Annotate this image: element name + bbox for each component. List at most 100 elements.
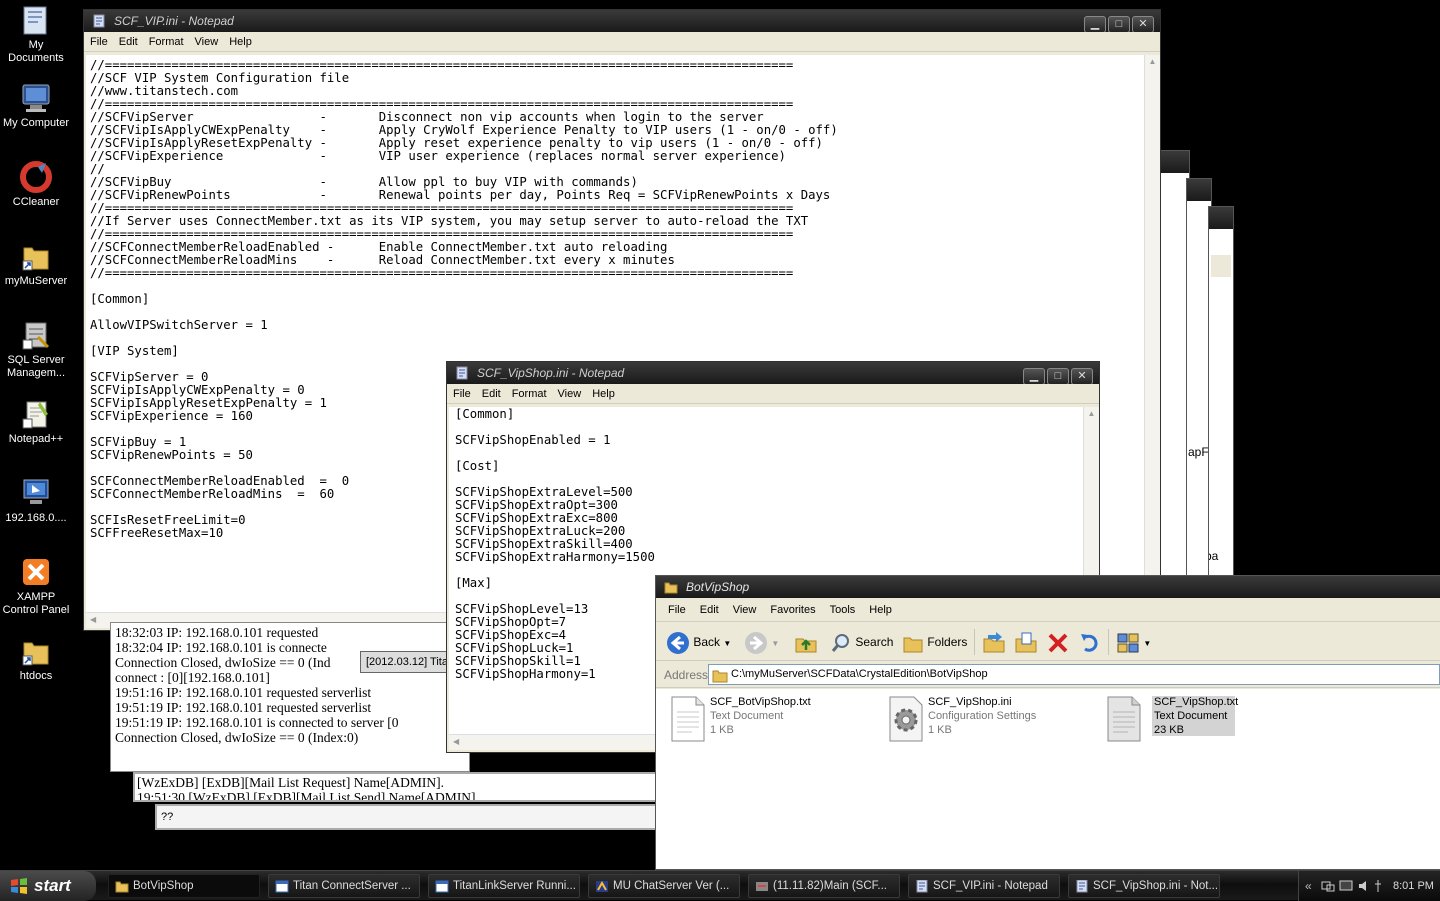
menu-bar: File Edit Format View Help <box>447 384 1099 404</box>
taskbar-item-connectserver[interactable]: Titan ConnectServer ... <box>268 874 420 898</box>
folders-icon <box>903 637 923 653</box>
menu-view[interactable]: View <box>558 388 582 400</box>
forward-button[interactable]: ▼ <box>744 626 779 658</box>
desktop-icon-ccleaner[interactable]: CCleaner <box>0 161 72 209</box>
system-tray: « 8:01 PM <box>1298 871 1440 901</box>
delete-button[interactable] <box>1046 626 1070 658</box>
chevron-down-icon[interactable]: ▼ <box>1143 639 1151 648</box>
desktop-icon-xampp[interactable]: XAMPP Control Panel <box>0 556 72 617</box>
file-tile-selected[interactable]: SCF_VipShop.txt Text Document 23 KB <box>1106 696 1286 746</box>
start-button[interactable]: start <box>0 871 96 901</box>
menu-format[interactable]: Format <box>512 388 547 400</box>
window-icon <box>435 880 449 893</box>
up-folder-button[interactable] <box>794 626 818 658</box>
menu-view[interactable]: View <box>195 36 219 48</box>
text-document-icon <box>1107 696 1141 742</box>
back-button[interactable]: Back ▼ <box>666 626 731 658</box>
minimize-button[interactable]: ▁ <box>1023 368 1045 385</box>
close-button[interactable]: ✕ <box>1071 368 1093 385</box>
menu-file[interactable]: File <box>90 36 108 48</box>
volume-icon[interactable] <box>1357 879 1371 893</box>
server-log-text: 18:32:03 IP: 192.168.0.101 requested 18:3… <box>115 625 398 745</box>
address-text: C:\myMuServer\SCFData\CrystalEdition\Bot… <box>731 668 988 680</box>
mail-log-text: [WzExDB] [ExDB][Mail List Request] Name[… <box>137 775 476 800</box>
address-field[interactable]: C:\myMuServer\SCFData\CrystalEdition\Bot… <box>708 664 1440 685</box>
scroll-left-arrow-icon[interactable]: ◀ <box>90 615 96 624</box>
folders-button[interactable]: Folders <box>902 626 967 658</box>
maximize-button[interactable]: □ <box>1047 368 1069 385</box>
menu-file[interactable]: File <box>668 604 686 616</box>
menu-help[interactable]: Help <box>229 36 252 48</box>
move-to-button[interactable] <box>982 626 1006 658</box>
clock[interactable]: 8:01 PM <box>1393 871 1434 901</box>
search-button[interactable]: Search <box>830 626 893 658</box>
text-line: [Common] <box>90 292 150 306</box>
undo-button[interactable] <box>1078 626 1102 658</box>
menu-format[interactable]: Format <box>149 36 184 48</box>
vertical-scrollbar[interactable]: ▲ <box>1144 55 1160 612</box>
scroll-up-arrow-icon[interactable]: ▲ <box>1148 57 1157 66</box>
window-titlebar[interactable]: BotVipShop <box>656 576 1440 598</box>
chevron-down-icon[interactable]: ▼ <box>723 639 731 648</box>
scroll-up-arrow-icon[interactable]: ▲ <box>1087 409 1096 418</box>
tray-expand-chevron-icon[interactable]: « <box>1305 871 1312 901</box>
menu-edit[interactable]: Edit <box>119 36 138 48</box>
menu-edit[interactable]: Edit <box>482 388 501 400</box>
text-line: [Cost] <box>455 459 500 473</box>
window-titlebar[interactable]: SCF_VIP.ini - Notepad ▁ □ ✕ <box>84 10 1160 33</box>
desktop-icon-remote-desktop[interactable]: 192.168.0.... <box>0 477 72 525</box>
window-title: BotVipShop <box>686 580 750 594</box>
menu-view[interactable]: View <box>733 604 757 616</box>
menu-help[interactable]: Help <box>592 388 615 400</box>
menu-help[interactable]: Help <box>869 604 892 616</box>
menu-file[interactable]: File <box>453 388 471 400</box>
window-title: SCF_VIP.ini - Notepad <box>114 14 234 28</box>
network-icon[interactable] <box>1321 879 1335 893</box>
taskbar-item-label: BotVipShop <box>133 880 194 892</box>
window-icon <box>275 880 289 893</box>
server-log-console[interactable]: 18:32:03 IP: 192.168.0.101 requested 18:3… <box>110 622 470 772</box>
display-icon[interactable] <box>1339 879 1353 893</box>
desktop-icon-htdocs[interactable]: htdocs <box>0 635 72 683</box>
menu-favorites[interactable]: Favorites <box>770 604 815 616</box>
taskbar-item-gameserver[interactable]: (11.11.82)Main (SCF... <box>748 874 900 898</box>
command-input-panel[interactable]: ?? <box>155 804 665 830</box>
desktop-icon-my-computer[interactable]: My Computer <box>0 82 72 130</box>
close-button[interactable]: ✕ <box>1132 16 1154 33</box>
taskbar-item-linkserver[interactable]: TitanLinkServer Runni... <box>428 874 580 898</box>
desktop-icon-mymuserver[interactable]: myMuServer <box>0 240 72 288</box>
desktop-icon-my-documents[interactable]: My Documents <box>0 4 72 65</box>
window-titlebar[interactable]: SCF_VipShop.ini - Notepad ▁ □ ✕ <box>447 362 1099 385</box>
menu-tools[interactable]: Tools <box>830 604 856 616</box>
server-log-side-panel[interactable]: [2012.03.12] Tita <box>360 651 450 673</box>
taskbar-item-notepad-vip[interactable]: SCF_VIP.ini - Notepad <box>908 874 1060 898</box>
background-window-3[interactable]: sba <box>1208 206 1234 580</box>
taskbar-item-botvipshop[interactable]: BotVipShop <box>108 874 260 898</box>
notepad-icon <box>1076 880 1088 893</box>
maximize-button[interactable]: □ <box>1108 16 1130 33</box>
copy-to-button[interactable] <box>1014 626 1038 658</box>
menu-edit[interactable]: Edit <box>700 604 719 616</box>
file-tile[interactable]: SCF_BotVipShop.txt Text Document 1 KB <box>670 696 850 746</box>
ccleaner-icon <box>20 161 52 193</box>
taskbar-item-chatserver[interactable]: MU ChatServer Ver (... <box>588 874 740 898</box>
text-line: [Common] <box>455 407 515 421</box>
desktop-icon-notepadpp[interactable]: Notepad++ <box>0 398 72 446</box>
minimize-button[interactable]: ▁ <box>1084 16 1106 33</box>
views-button[interactable]: ▼ <box>1116 626 1151 658</box>
file-tile[interactable]: SCF_VipShop.ini Configuration Settings 1… <box>888 696 1068 746</box>
scroll-left-arrow-icon[interactable]: ◀ <box>453 737 459 746</box>
taskbar-item-label: Titan ConnectServer ... <box>293 880 411 892</box>
desktop-icon-sql-server[interactable]: SQL Server Managem... <box>0 319 72 380</box>
chevron-down-icon[interactable]: ▼ <box>771 639 779 648</box>
taskbar-item-notepad-vipshop[interactable]: SCF_VipShop.ini - Not... <box>1068 874 1220 898</box>
background-window-titlebar <box>1209 207 1233 229</box>
text-line: [VIP System] <box>90 344 179 358</box>
command-input[interactable]: ?? <box>161 811 173 823</box>
mail-log-console[interactable]: [WzExDB] [ExDB][Mail List Request] Name[… <box>133 772 663 802</box>
notepad-icon <box>916 880 928 893</box>
safely-remove-icon[interactable] <box>1373 879 1383 893</box>
folder-shortcut-icon <box>20 240 52 272</box>
chatserver-icon <box>596 880 608 892</box>
delete-x-icon <box>1048 633 1068 653</box>
